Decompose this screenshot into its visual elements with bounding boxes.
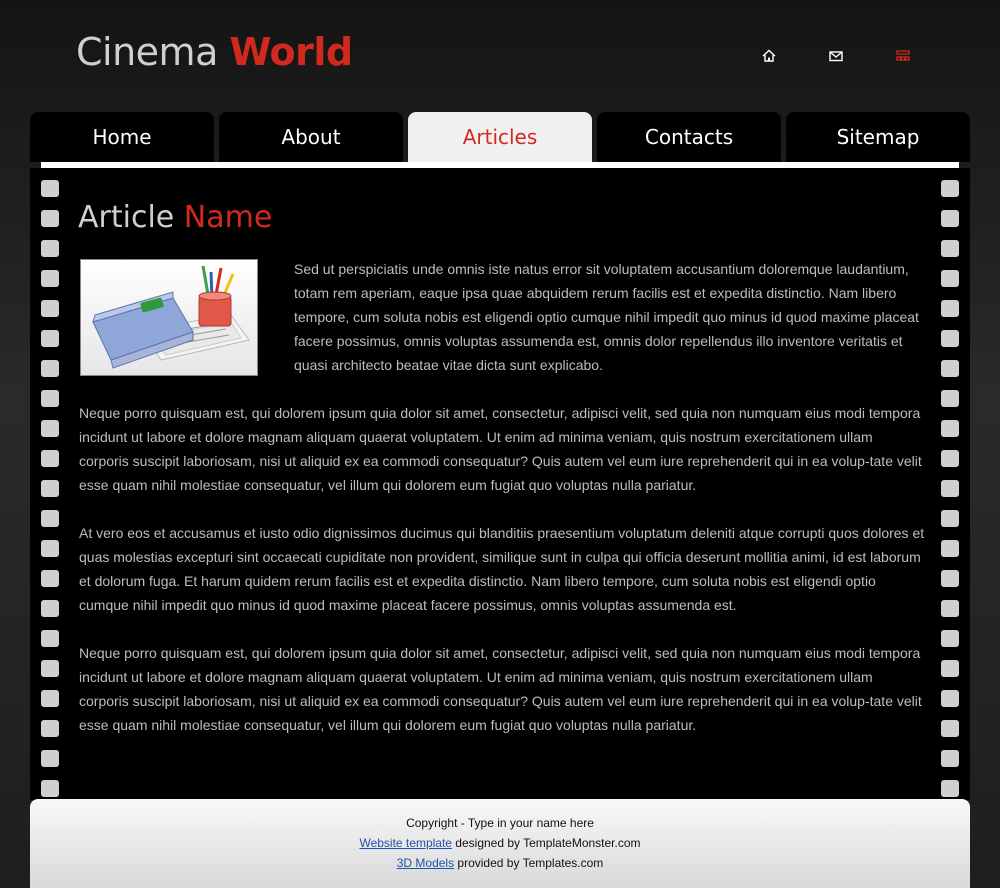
film-hole xyxy=(41,480,59,497)
tab-contacts[interactable]: Contacts xyxy=(597,112,781,162)
film-hole xyxy=(941,750,959,767)
film-hole xyxy=(41,330,59,347)
website-template-link[interactable]: Website template xyxy=(359,836,452,850)
film-hole xyxy=(41,750,59,767)
film-hole xyxy=(41,360,59,377)
site-logo[interactable]: Cinema World xyxy=(76,30,353,74)
film-hole xyxy=(941,540,959,557)
film-hole xyxy=(941,240,959,257)
film-hole xyxy=(941,330,959,347)
article-title-part2: Name xyxy=(183,200,273,235)
film-hole xyxy=(941,390,959,407)
film-hole xyxy=(41,180,59,197)
film-holes-left xyxy=(41,180,59,810)
film-hole xyxy=(41,630,59,647)
film-hole xyxy=(941,360,959,377)
mail-icon[interactable] xyxy=(827,47,845,65)
film-hole xyxy=(941,660,959,677)
logo-text-world: World xyxy=(229,30,353,74)
article-title: Article Name xyxy=(78,200,272,235)
film-hole xyxy=(41,450,59,467)
footer-line-2: Website template designed by TemplateMon… xyxy=(30,836,970,850)
film-hole xyxy=(941,300,959,317)
film-hole xyxy=(941,480,959,497)
film-hole xyxy=(941,600,959,617)
film-hole xyxy=(41,720,59,737)
article-paragraph-4: Neque porro quisquam est, qui dolorem ip… xyxy=(79,645,922,733)
film-hole xyxy=(41,390,59,407)
logo-text-cinema: Cinema xyxy=(76,30,218,74)
tab-articles[interactable]: Articles xyxy=(408,112,592,162)
article-paragraph-2: Neque porro quisquam est, qui dolorem ip… xyxy=(79,405,922,493)
footer-line-3: 3D Models provided by Templates.com xyxy=(30,856,970,870)
film-hole xyxy=(41,540,59,557)
film-hole xyxy=(941,780,959,797)
folder-illustration-icon xyxy=(81,260,257,375)
content-panel: Article Name Sed ut perspiciatis unde om… xyxy=(30,168,970,800)
film-hole xyxy=(941,570,959,587)
tab-sitemap[interactable]: Sitemap xyxy=(786,112,970,162)
film-hole xyxy=(941,450,959,467)
footer-provided-by: provided by Templates.com xyxy=(454,856,604,870)
film-hole xyxy=(41,270,59,287)
film-hole xyxy=(41,780,59,797)
film-hole xyxy=(41,510,59,527)
footer-designed-by: designed by TemplateMonster.com xyxy=(451,836,641,850)
film-holes-right xyxy=(941,180,959,810)
film-hole xyxy=(41,600,59,617)
film-hole xyxy=(941,420,959,437)
film-hole xyxy=(941,630,959,647)
article-image xyxy=(80,259,258,376)
film-hole xyxy=(41,300,59,317)
footer: Copyright - Type in your name here Websi… xyxy=(30,799,970,888)
film-hole xyxy=(941,210,959,227)
film-hole xyxy=(941,690,959,707)
film-hole xyxy=(41,240,59,257)
main-nav: Home About Articles Contacts Sitemap xyxy=(30,112,970,162)
article-paragraph-1: Sed ut perspiciatis unde omnis iste natu… xyxy=(294,261,919,373)
footer-copyright: Copyright - Type in your name here xyxy=(406,816,594,830)
home-icon[interactable] xyxy=(760,47,778,65)
film-hole xyxy=(41,690,59,707)
article-title-part1: Article xyxy=(78,200,175,235)
header-icon-links xyxy=(760,47,920,65)
film-hole xyxy=(41,210,59,227)
article-paragraph-3: At vero eos et accusamus et iusto odio d… xyxy=(79,525,925,613)
film-hole xyxy=(41,660,59,677)
3d-models-link[interactable]: 3D Models xyxy=(397,856,454,870)
sitemap-icon[interactable] xyxy=(894,47,912,65)
tab-about[interactable]: About xyxy=(219,112,403,162)
tab-home[interactable]: Home xyxy=(30,112,214,162)
film-hole xyxy=(941,270,959,287)
film-hole xyxy=(41,570,59,587)
film-hole xyxy=(941,180,959,197)
film-hole xyxy=(41,420,59,437)
film-hole xyxy=(941,720,959,737)
film-hole xyxy=(941,510,959,527)
